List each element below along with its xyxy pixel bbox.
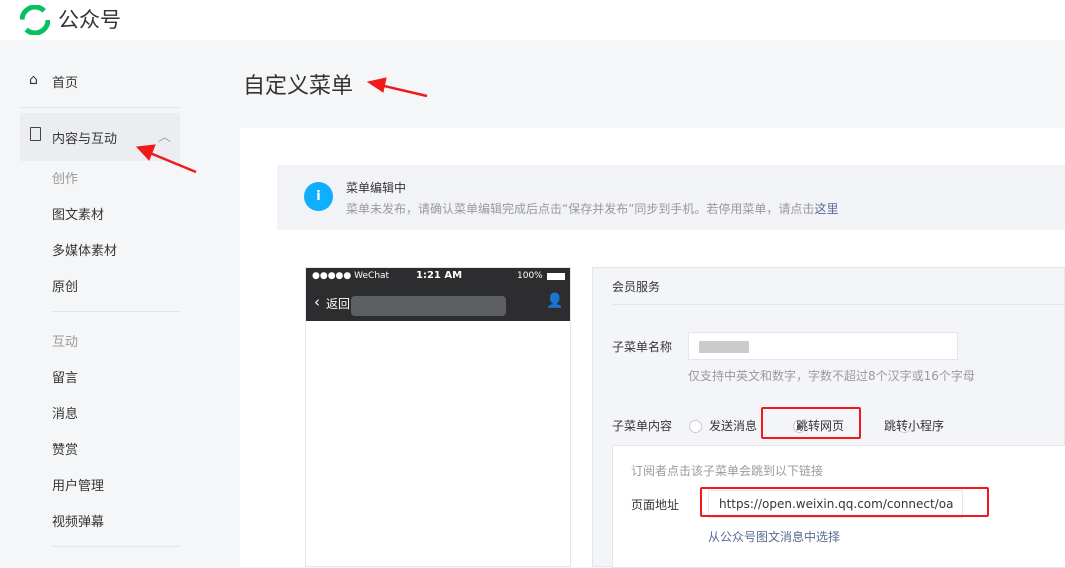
- annotation-arrows: [135, 77, 428, 174]
